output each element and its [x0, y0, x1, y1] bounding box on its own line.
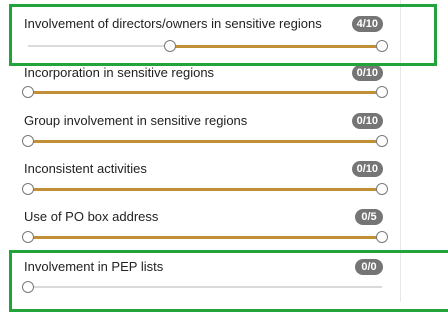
range-slider[interactable]	[22, 135, 388, 147]
risk-row-group-involvement: Group involvement in sensitive regions 0…	[0, 113, 400, 161]
highlight-box	[9, 250, 448, 312]
slider-range-fill	[28, 236, 382, 239]
slider-range-fill	[28, 91, 382, 94]
score-badge: 0/10	[351, 65, 383, 81]
slider-handle-min[interactable]	[22, 183, 34, 195]
slider-range-fill	[28, 140, 382, 143]
slider-handle-min[interactable]	[22, 231, 34, 243]
range-slider[interactable]	[22, 231, 388, 243]
risk-factor-panel: Involvement of directors/owners in sensi…	[0, 0, 448, 313]
risk-row-label: Use of PO box address	[24, 209, 159, 224]
slider-handle-max[interactable]	[376, 86, 388, 98]
slider-handle-min[interactable]	[22, 135, 34, 147]
score-badge: 0/10	[351, 161, 383, 177]
range-slider[interactable]	[22, 183, 388, 195]
slider-handle-min[interactable]	[22, 86, 34, 98]
slider-handle-max[interactable]	[376, 183, 388, 195]
risk-row-label: Group involvement in sensitive regions	[24, 113, 248, 128]
slider-range-fill	[28, 188, 382, 191]
range-slider[interactable]	[22, 86, 388, 98]
highlight-box	[9, 4, 437, 66]
score-badge: 0/5	[355, 209, 383, 225]
slider-handle-max[interactable]	[376, 231, 388, 243]
risk-row-inconsistent-activities: Inconsistent activities 0/10	[0, 161, 400, 209]
risk-row-incorporation: Incorporation in sensitive regions 0/10	[0, 65, 400, 113]
slider-handle-max[interactable]	[376, 135, 388, 147]
score-badge: 0/10	[351, 113, 383, 129]
risk-row-label: Incorporation in sensitive regions	[24, 65, 215, 80]
risk-row-label: Inconsistent activities	[24, 161, 147, 176]
